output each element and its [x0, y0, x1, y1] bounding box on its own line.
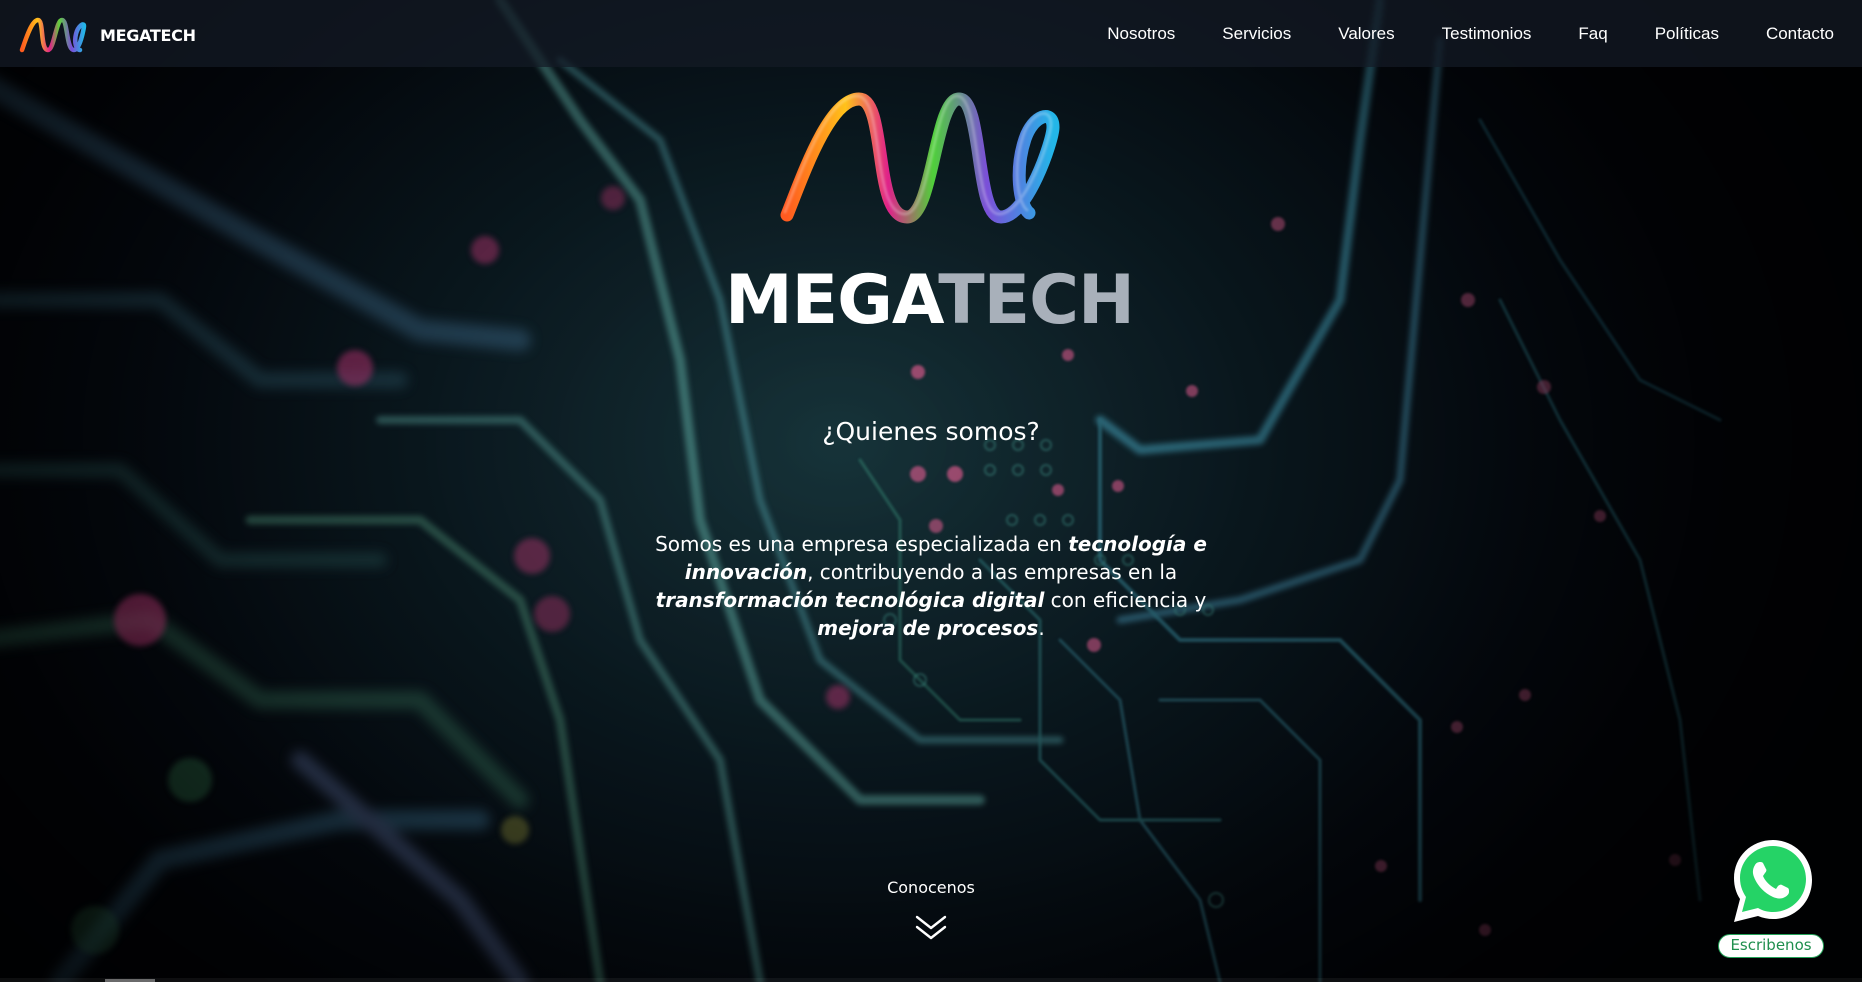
nav-item-contacto[interactable]: Contacto	[1766, 24, 1834, 44]
top-navbar: MEGATECH Nosotros Servicios Valores Test…	[0, 0, 1862, 67]
hero-heading: ¿Quienes somos?	[822, 417, 1040, 446]
whatsapp-floating-button[interactable]: Escribenos	[1718, 836, 1826, 961]
double-chevron-down-icon	[915, 915, 947, 940]
brand-name: MEGATECH	[100, 25, 196, 45]
nav-item-testimonios[interactable]: Testimonios	[1442, 24, 1532, 44]
horizontal-scrollbar[interactable]	[0, 978, 1862, 982]
hero-rainbow-wave-logo-icon	[780, 92, 1060, 224]
description-text-2: , contribuyendo a las empresas en la	[807, 560, 1178, 584]
whatsapp-icon	[1734, 840, 1812, 922]
description-text-1: Somos es una empresa especializada en	[655, 532, 1069, 556]
conocenos-scroll-button[interactable]: Conocenos	[0, 878, 1862, 943]
rainbow-wave-logo-icon	[19, 17, 87, 53]
page: MEGATECH Nosotros Servicios Valores Test…	[0, 0, 1862, 982]
brand-logo-link[interactable]: MEGATECH	[18, 14, 196, 56]
nav-item-politicas[interactable]: Políticas	[1655, 24, 1719, 44]
nav-item-nosotros[interactable]: Nosotros	[1107, 24, 1175, 44]
wordmark-tech: TECH	[938, 261, 1135, 340]
description-text-3: con eficiencia y	[1044, 588, 1207, 612]
conocenos-label: Conocenos	[887, 878, 975, 897]
nav-item-valores[interactable]: Valores	[1338, 24, 1394, 44]
hero-wordmark: MEGATECH	[725, 266, 1135, 336]
description-emphasis-2: transformación tecnológica digital	[655, 588, 1045, 612]
main-nav: Nosotros Servicios Valores Testimonios F…	[1060, 0, 1834, 67]
description-emphasis-3: mejora de procesos	[817, 616, 1039, 640]
nav-item-servicios[interactable]: Servicios	[1222, 24, 1291, 44]
hero-description: Somos es una empresa especializada en te…	[631, 530, 1231, 642]
description-text-4: .	[1038, 616, 1045, 640]
nav-item-faq[interactable]: Faq	[1578, 24, 1607, 44]
whatsapp-label: Escribenos	[1718, 934, 1824, 958]
wordmark-mega: MEGA	[725, 261, 939, 340]
